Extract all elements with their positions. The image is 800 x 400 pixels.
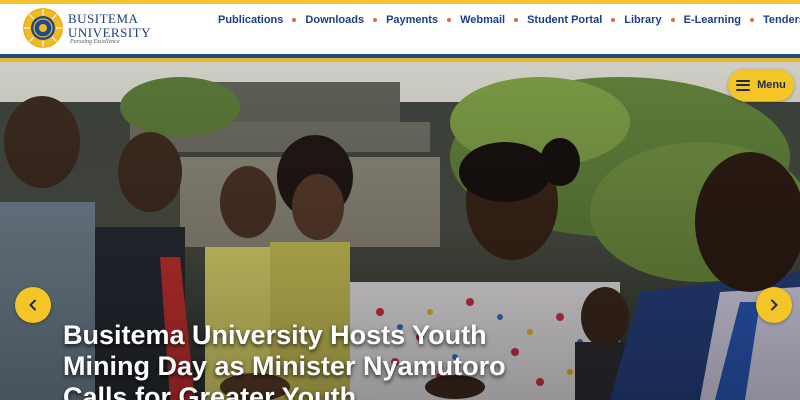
- slider-next-button[interactable]: [756, 287, 792, 323]
- nav-item-label: E-Learning: [683, 14, 742, 26]
- nav-bullet: [205, 18, 209, 22]
- nav-bullet: [514, 18, 519, 22]
- logo-wordmark: BUSITEMA UNIVERSITY: [68, 12, 151, 40]
- slider-prev-button[interactable]: [15, 287, 51, 323]
- university-logo[interactable]: BUSITEMA UNIVERSITY Pursuing Excellence: [22, 7, 151, 51]
- nav-item-publications[interactable]: Publications: [196, 14, 283, 26]
- nav-item-downloads[interactable]: Downloads: [283, 14, 364, 26]
- site-header: BUSITEMA UNIVERSITY Pursuing Excellence …: [0, 4, 800, 54]
- logo-emblem-icon: [23, 8, 63, 48]
- hero-headline[interactable]: Busitema University Hosts Youth Mining D…: [63, 320, 533, 400]
- nav-item-label: Publications: [218, 14, 284, 26]
- chevron-right-icon: [771, 299, 778, 311]
- nav-bullet: [670, 18, 675, 22]
- nav-bullet: [292, 18, 297, 22]
- hamburger-icon: [736, 79, 751, 91]
- nav-item-payments[interactable]: Payments: [364, 14, 438, 26]
- menu-button-label: Menu: [757, 79, 786, 91]
- nav-item-e-learning[interactable]: E-Learning: [662, 14, 741, 26]
- nav-item-label: Tenders: [763, 14, 800, 26]
- hero-slider[interactable]: Busitema University Hosts Youth Mining D…: [0, 62, 800, 400]
- nav-bullet: [611, 18, 616, 22]
- nav-bullet: [447, 18, 452, 22]
- nav-bullet: [373, 18, 378, 22]
- nav-item-tenders[interactable]: Tenders: [741, 14, 800, 26]
- nav-bullet: [750, 18, 755, 22]
- nav-item-library[interactable]: Library: [602, 14, 662, 26]
- nav-item-label: Library: [624, 14, 662, 26]
- logo-name-line1: BUSITEMA: [68, 11, 139, 26]
- logo-tagline: Pursuing Excellence: [70, 39, 120, 45]
- nav-item-label: Student Portal: [527, 14, 603, 26]
- nav-item-label: Downloads: [305, 14, 365, 26]
- nav-item-label: Payments: [386, 14, 439, 26]
- menu-button[interactable]: Menu: [728, 69, 794, 101]
- nav-item-webmail[interactable]: Webmail: [438, 14, 505, 26]
- nav-item-label: Webmail: [460, 14, 506, 26]
- chevron-left-icon: [29, 299, 36, 311]
- nav-item-student-portal[interactable]: Student Portal: [505, 14, 602, 26]
- logo-name-line2: UNIVERSITY: [68, 25, 151, 40]
- top-navigation: Publications Downloads Payments Webmail …: [196, 10, 800, 30]
